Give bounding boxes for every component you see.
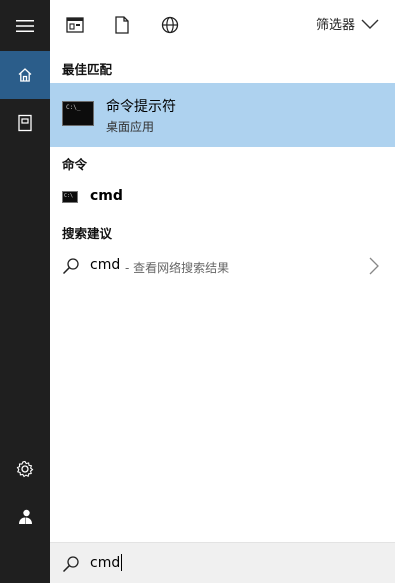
hamburger-icon: [16, 20, 34, 32]
filter-label: 筛选器: [315, 18, 355, 33]
command-item[interactable]: C:\ cmd: [50, 181, 395, 213]
search-input[interactable]: cmd: [90, 554, 123, 571]
search-results: 最佳匹配 C:\_ 命令提示符 桌面应用 命令 C:\ cmd 搜索建议 cmd…: [50, 50, 395, 542]
command-prompt-icon: C:\_: [62, 101, 94, 126]
user-icon: [19, 509, 32, 524]
gear-icon: [16, 460, 34, 478]
home-button[interactable]: [0, 51, 50, 99]
chevron-down-icon: [361, 19, 379, 29]
chevron-right-icon[interactable]: [369, 257, 379, 275]
search-icon: [62, 258, 79, 275]
documents-icon: [18, 114, 32, 132]
documents-button[interactable]: [0, 99, 50, 147]
search-box[interactable]: cmd: [50, 542, 395, 583]
command-prompt-small-icon: C:\: [62, 191, 78, 203]
web-search-query: cmd: [90, 257, 121, 273]
document-filter-icon: [115, 16, 129, 34]
settings-button[interactable]: [0, 445, 50, 493]
home-icon: [18, 68, 32, 82]
search-icon: [62, 556, 79, 573]
best-match-subtitle: 桌面应用: [106, 120, 155, 134]
command-label: cmd: [90, 188, 123, 204]
left-rail: [0, 0, 50, 583]
apps-filter-button[interactable]: [65, 15, 85, 35]
filter-dropdown[interactable]: 筛选器: [316, 14, 379, 33]
web-search-suffix: - 查看网络搜索结果: [125, 261, 230, 275]
commands-header: 命令: [62, 157, 88, 172]
apps-filter-icon: [66, 17, 84, 33]
best-match-title: 命令提示符: [106, 99, 176, 115]
document-filter-button[interactable]: [112, 15, 132, 35]
user-button[interactable]: [0, 493, 50, 541]
best-match-item[interactable]: C:\_ 命令提示符 桌面应用: [50, 83, 395, 147]
web-filter-icon: [161, 16, 179, 34]
web-filter-button[interactable]: [160, 15, 180, 35]
web-suggestions-header: 搜索建议: [62, 226, 113, 241]
text-caret: [121, 554, 123, 571]
web-search-item[interactable]: cmd - 查看网络搜索结果: [50, 249, 395, 283]
menu-button[interactable]: [0, 2, 50, 50]
search-input-value: cmd: [90, 554, 121, 571]
best-match-header: 最佳匹配: [62, 62, 113, 77]
filter-toolbar: 筛选器: [50, 0, 395, 50]
